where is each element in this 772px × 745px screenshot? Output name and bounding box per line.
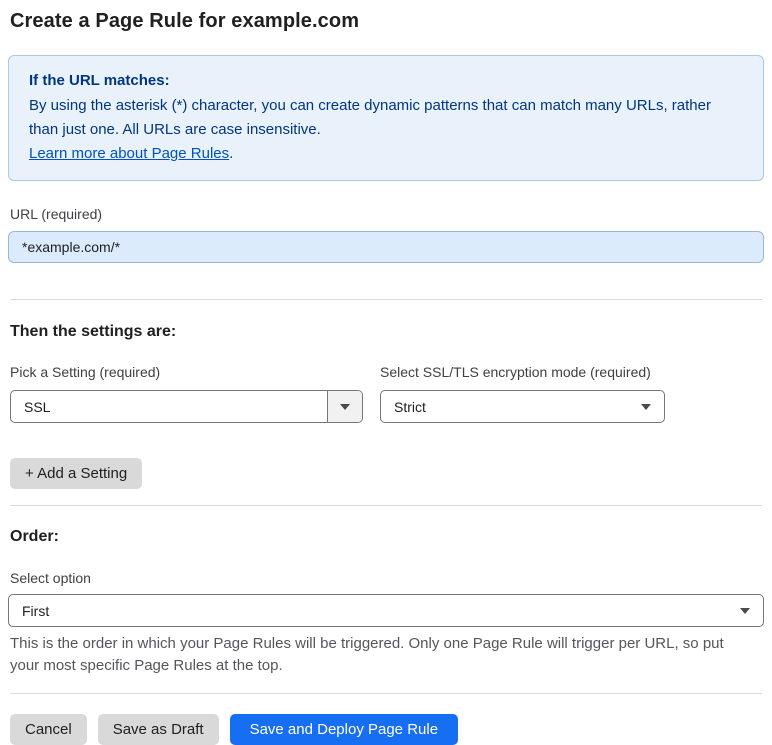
divider	[10, 299, 762, 300]
url-match-info-box: If the URL matches: By using the asteris…	[8, 55, 764, 181]
form-actions: Cancel Save as Draft Save and Deploy Pag…	[10, 714, 762, 745]
info-box-heading: If the URL matches:	[29, 72, 170, 89]
url-field-label: URL (required)	[10, 206, 103, 222]
pick-setting-field: Pick a Setting (required) SSL	[10, 364, 363, 423]
divider	[10, 693, 762, 694]
create-page-rule-form: Create a Page Rule for example.com If th…	[0, 0, 772, 745]
learn-more-link[interactable]: Learn more about Page Rules	[29, 145, 229, 162]
url-field-block: URL (required)	[8, 206, 764, 263]
ssl-mode-field: Select SSL/TLS encryption mode (required…	[380, 364, 665, 423]
pick-setting-label: Pick a Setting (required)	[10, 364, 161, 380]
add-setting-button[interactable]: + Add a Setting	[10, 458, 143, 489]
ssl-mode-select[interactable]: Strict	[380, 390, 665, 423]
order-select-label: Select option	[10, 570, 91, 586]
url-input[interactable]	[8, 231, 764, 263]
link-suffix: .	[229, 145, 234, 162]
order-section: Order: Select option First This is the o…	[8, 528, 764, 677]
save-draft-button[interactable]: Save as Draft	[97, 714, 219, 745]
info-box-link-line: Learn more about Page Rules.	[29, 142, 743, 166]
order-select[interactable]: First	[8, 594, 764, 627]
ssl-mode-label: Select SSL/TLS encryption mode (required…	[380, 364, 651, 380]
chevron-down-icon	[340, 403, 350, 410]
info-box-body: By using the asterisk (*) character, you…	[29, 97, 711, 138]
settings-section: Then the settings are: Pick a Setting (r…	[10, 323, 762, 489]
divider	[10, 505, 762, 506]
page-title: Create a Page Rule for example.com	[10, 10, 360, 32]
order-helper-text: This is the order in which your Page Rul…	[10, 635, 724, 674]
settings-heading: Then the settings are:	[10, 323, 177, 340]
settings-selects-row: Pick a Setting (required) SSL Select SSL…	[10, 364, 762, 423]
cancel-button[interactable]: Cancel	[10, 714, 87, 745]
order-select-value: First	[22, 602, 50, 619]
chevron-down-icon	[641, 403, 664, 410]
pick-setting-value: SSL	[24, 398, 51, 415]
pick-setting-select[interactable]: SSL	[10, 390, 363, 423]
order-heading: Order:	[10, 528, 59, 545]
ssl-mode-value: Strict	[394, 398, 426, 415]
chevron-down-icon	[740, 607, 763, 614]
save-deploy-button[interactable]: Save and Deploy Page Rule	[229, 714, 459, 745]
select-arrow-button[interactable]	[327, 391, 362, 422]
